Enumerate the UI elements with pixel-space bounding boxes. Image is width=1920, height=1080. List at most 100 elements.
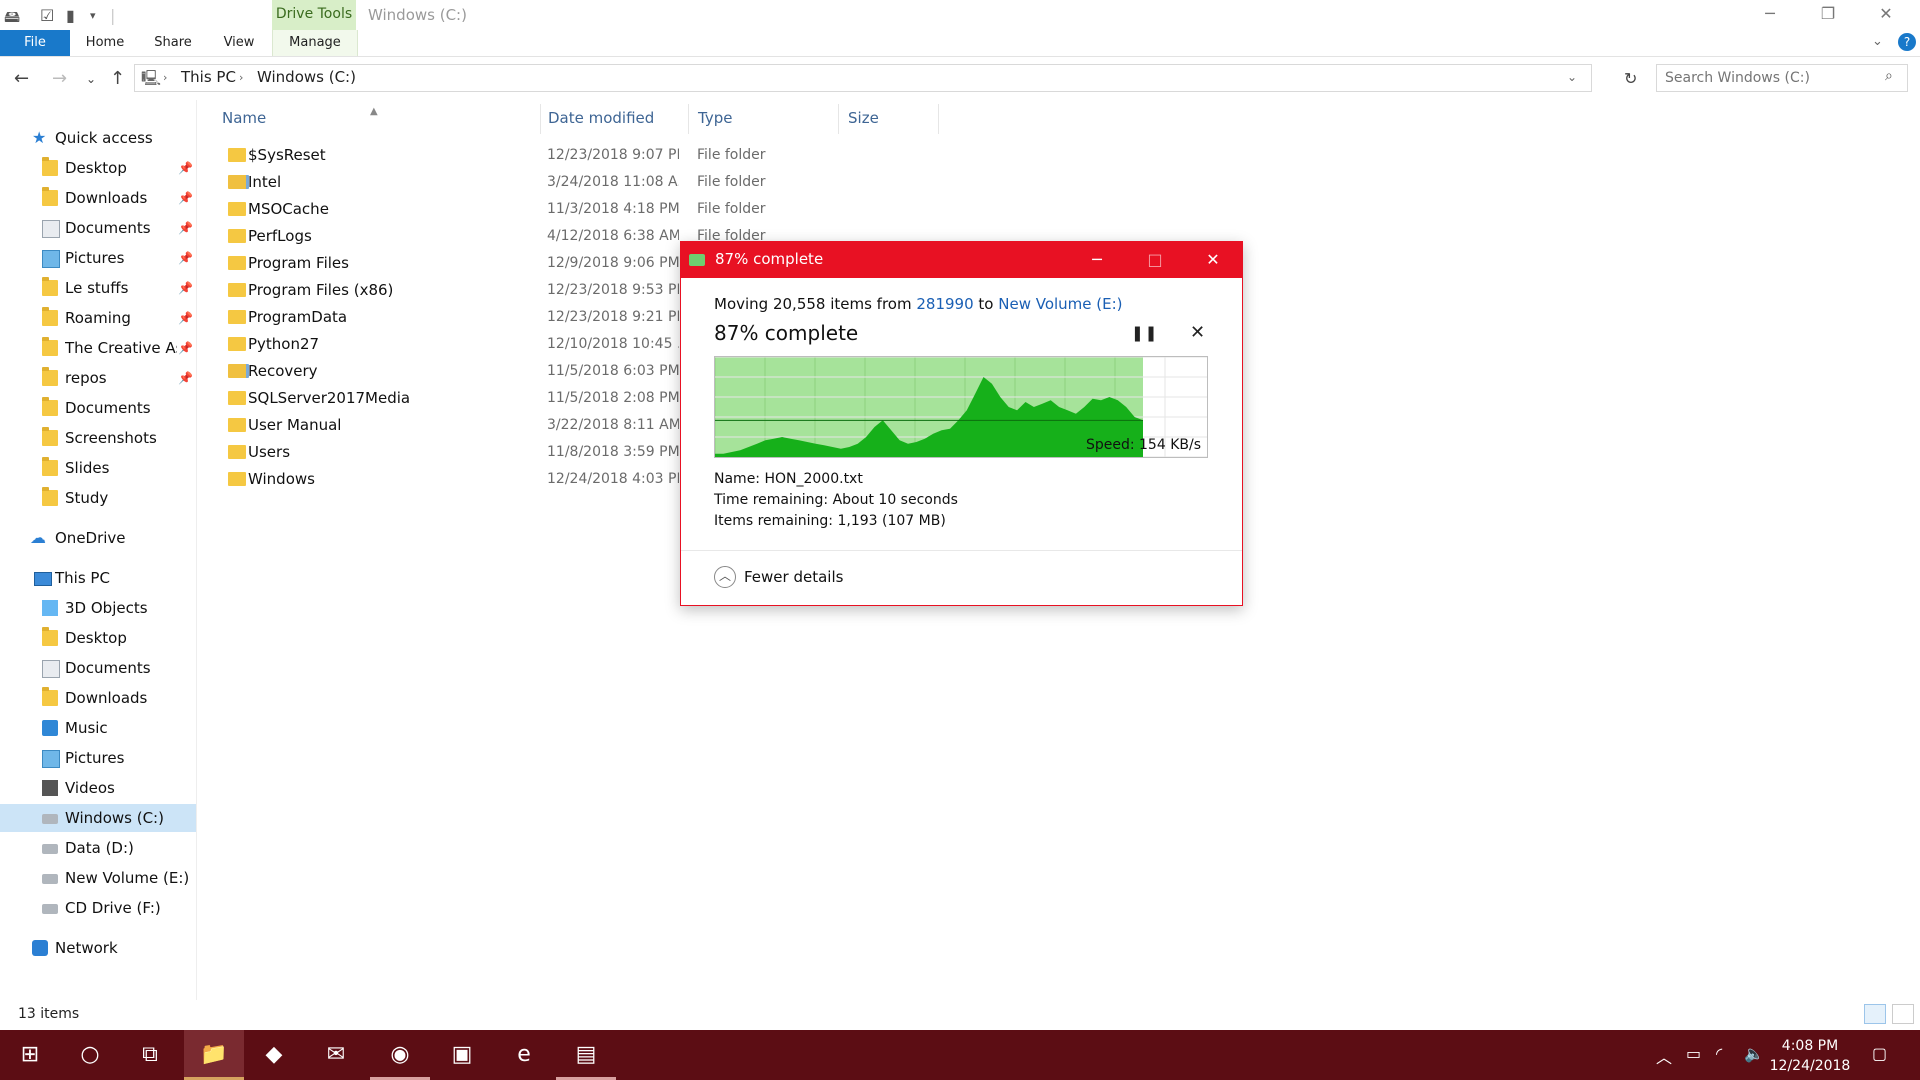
nav-quick-item[interactable]: Documents xyxy=(0,394,196,422)
dialog-minimize-button[interactable]: ─ xyxy=(1068,242,1126,278)
taskbar-clock[interactable]: 4:08 PM 12/24/2018 xyxy=(1760,1036,1860,1076)
pin-icon[interactable]: 📌 xyxy=(178,154,193,182)
edge-taskbar-icon[interactable]: e xyxy=(494,1030,554,1080)
search-icon[interactable]: ⌕ xyxy=(1885,68,1893,84)
column-type[interactable]: Type xyxy=(696,104,839,134)
file-row[interactable]: Intel 3/24/2018 11:08 A... File folder xyxy=(220,169,766,196)
address-bar[interactable]: 🖳 › This PC › Windows (C:) ⌄ xyxy=(134,64,1592,92)
wifi-icon[interactable]: ◜ xyxy=(1716,1044,1722,1063)
tab-home[interactable]: Home xyxy=(80,30,130,56)
file-row[interactable]: ProgramData 12/23/2018 9:21 PM xyxy=(220,304,680,331)
large-icons-view-button[interactable] xyxy=(1892,1004,1914,1024)
nav-pc-item[interactable]: New Volume (E:) xyxy=(0,864,196,892)
chevron-right-icon[interactable]: › xyxy=(239,71,243,84)
nav-network[interactable]: Network xyxy=(0,934,196,962)
minimize-button[interactable]: ─ xyxy=(1742,0,1798,30)
file-explorer-taskbar-icon[interactable]: 📁 xyxy=(184,1030,244,1080)
nav-quick-item[interactable]: Desktop 📌 xyxy=(0,154,196,182)
tab-file[interactable]: File xyxy=(0,30,70,56)
pin-icon[interactable]: 📌 xyxy=(178,274,193,302)
pin-icon[interactable]: 📌 xyxy=(178,304,193,332)
nav-pc-item[interactable]: Windows (C:) xyxy=(0,804,196,832)
nav-pc-item[interactable]: Desktop xyxy=(0,624,196,652)
column-name[interactable]: Name ▲ xyxy=(220,104,541,134)
file-row[interactable]: SQLServer2017Media 11/5/2018 2:08 PM xyxy=(220,385,680,412)
file-row[interactable]: PerfLogs 4/12/2018 6:38 AM File folder xyxy=(220,223,766,250)
pin-icon[interactable]: 📌 xyxy=(178,184,193,212)
tab-manage[interactable]: Manage xyxy=(272,30,358,56)
nav-quick-item[interactable]: Study xyxy=(0,484,196,512)
source-link[interactable]: 281990 xyxy=(916,295,973,313)
file-row[interactable]: Users 11/8/2018 3:59 PM xyxy=(220,439,680,466)
nav-pc-item[interactable]: Music xyxy=(0,714,196,742)
pause-button[interactable]: ❚❚ xyxy=(1131,324,1158,342)
pin-icon[interactable]: 📌 xyxy=(178,244,193,272)
nav-quick-access[interactable]: ★ Quick access xyxy=(0,124,196,152)
nav-pc-item[interactable]: Downloads xyxy=(0,684,196,712)
nav-quick-item[interactable]: Screenshots xyxy=(0,424,196,452)
cancel-button[interactable]: ✕ xyxy=(1190,322,1205,343)
back-arrow-icon[interactable]: ← xyxy=(14,68,29,89)
breadcrumb-this-pc[interactable]: This PC xyxy=(181,68,236,86)
battery-icon[interactable]: ▭ xyxy=(1686,1044,1701,1063)
app2-taskbar-icon[interactable]: ▣ xyxy=(432,1030,492,1080)
nav-quick-item[interactable]: Le stuffs 📌 xyxy=(0,274,196,302)
nav-quick-item[interactable]: repos 📌 xyxy=(0,364,196,392)
destination-link[interactable]: New Volume (E:) xyxy=(998,295,1122,313)
start-button[interactable]: ⊞ xyxy=(0,1030,60,1080)
search-box[interactable]: ⌕ xyxy=(1656,64,1908,92)
nav-onedrive[interactable]: ☁ OneDrive xyxy=(0,524,196,552)
task-view-button[interactable]: ⧉ xyxy=(120,1030,180,1080)
nav-quick-item[interactable]: Pictures 📌 xyxy=(0,244,196,272)
nav-quick-item[interactable]: Slides xyxy=(0,454,196,482)
file-row[interactable]: Recovery 11/5/2018 6:03 PM xyxy=(220,358,680,385)
pin-icon[interactable]: 📌 xyxy=(178,214,193,242)
nav-pc-item[interactable]: Data (D:) xyxy=(0,834,196,862)
file-row[interactable]: $SysReset 12/23/2018 9:07 PM File folder xyxy=(220,142,766,169)
nav-quick-item[interactable]: The Creative Ass📌 xyxy=(0,334,196,362)
nav-pc-item[interactable]: 3D Objects xyxy=(0,594,196,622)
dialog-maximize-button[interactable]: □ xyxy=(1126,242,1184,278)
breadcrumb-windows-c[interactable]: Windows (C:) xyxy=(257,68,356,86)
pin-icon[interactable]: 📌 xyxy=(178,334,193,362)
nav-quick-item[interactable]: Downloads 📌 xyxy=(0,184,196,212)
app-taskbar-icon[interactable]: ◆ xyxy=(244,1030,304,1080)
help-icon[interactable]: ? xyxy=(1898,33,1916,51)
recent-locations-icon[interactable]: ⌄ xyxy=(86,72,96,86)
file-row[interactable]: User Manual 3/22/2018 8:11 AM xyxy=(220,412,680,439)
tab-view[interactable]: View xyxy=(214,30,264,56)
details-view-button[interactable] xyxy=(1864,1004,1886,1024)
expand-ribbon-icon[interactable]: ⌄ xyxy=(1872,34,1883,49)
properties-icon[interactable]: ☑ xyxy=(40,6,54,25)
tab-share[interactable]: Share xyxy=(148,30,198,56)
file-row[interactable]: MSOCache 11/3/2018 4:18 PM File folder xyxy=(220,196,766,223)
up-arrow-icon[interactable]: ↑ xyxy=(110,68,125,89)
close-button[interactable]: ✕ xyxy=(1858,0,1914,30)
search-input[interactable] xyxy=(1663,67,1877,89)
file-row[interactable]: Python27 12/10/2018 10:45 ... xyxy=(220,331,680,358)
address-dropdown-icon[interactable]: ⌄ xyxy=(1567,70,1577,84)
column-date-modified[interactable]: Date modified xyxy=(546,104,689,134)
nav-pc-item[interactable]: Pictures xyxy=(0,744,196,772)
nav-quick-item[interactable]: Roaming 📌 xyxy=(0,304,196,332)
refresh-icon[interactable]: ↻ xyxy=(1624,69,1637,88)
column-size[interactable]: Size xyxy=(846,104,939,134)
nav-pc-item[interactable]: Documents xyxy=(0,654,196,682)
chrome-taskbar-icon[interactable]: ◉ xyxy=(370,1030,430,1080)
pin-icon[interactable]: 📌 xyxy=(178,364,193,392)
forward-arrow-icon[interactable]: → xyxy=(52,68,67,89)
file-row[interactable]: Program Files 12/9/2018 9:06 PM xyxy=(220,250,680,277)
customize-toolbar-icon[interactable]: ▾ xyxy=(90,9,96,22)
nav-this-pc[interactable]: This PC xyxy=(0,564,196,592)
show-hidden-icons[interactable]: ︿ xyxy=(1656,1044,1672,1068)
nav-quick-item[interactable]: Documents 📌 xyxy=(0,214,196,242)
restore-button[interactable]: ❐ xyxy=(1800,0,1856,30)
file-row[interactable]: Program Files (x86) 12/23/2018 9:53 PM xyxy=(220,277,680,304)
mail-taskbar-icon[interactable]: ✉ xyxy=(306,1030,366,1080)
new-folder-icon[interactable]: ▮ xyxy=(66,6,75,25)
file-operation-taskbar-icon[interactable]: ▤ xyxy=(556,1030,616,1080)
chevron-right-icon[interactable]: › xyxy=(163,71,167,84)
nav-pc-item[interactable]: Videos xyxy=(0,774,196,802)
search-button[interactable]: ○ xyxy=(60,1030,120,1080)
dialog-close-button[interactable]: ✕ xyxy=(1184,242,1242,278)
